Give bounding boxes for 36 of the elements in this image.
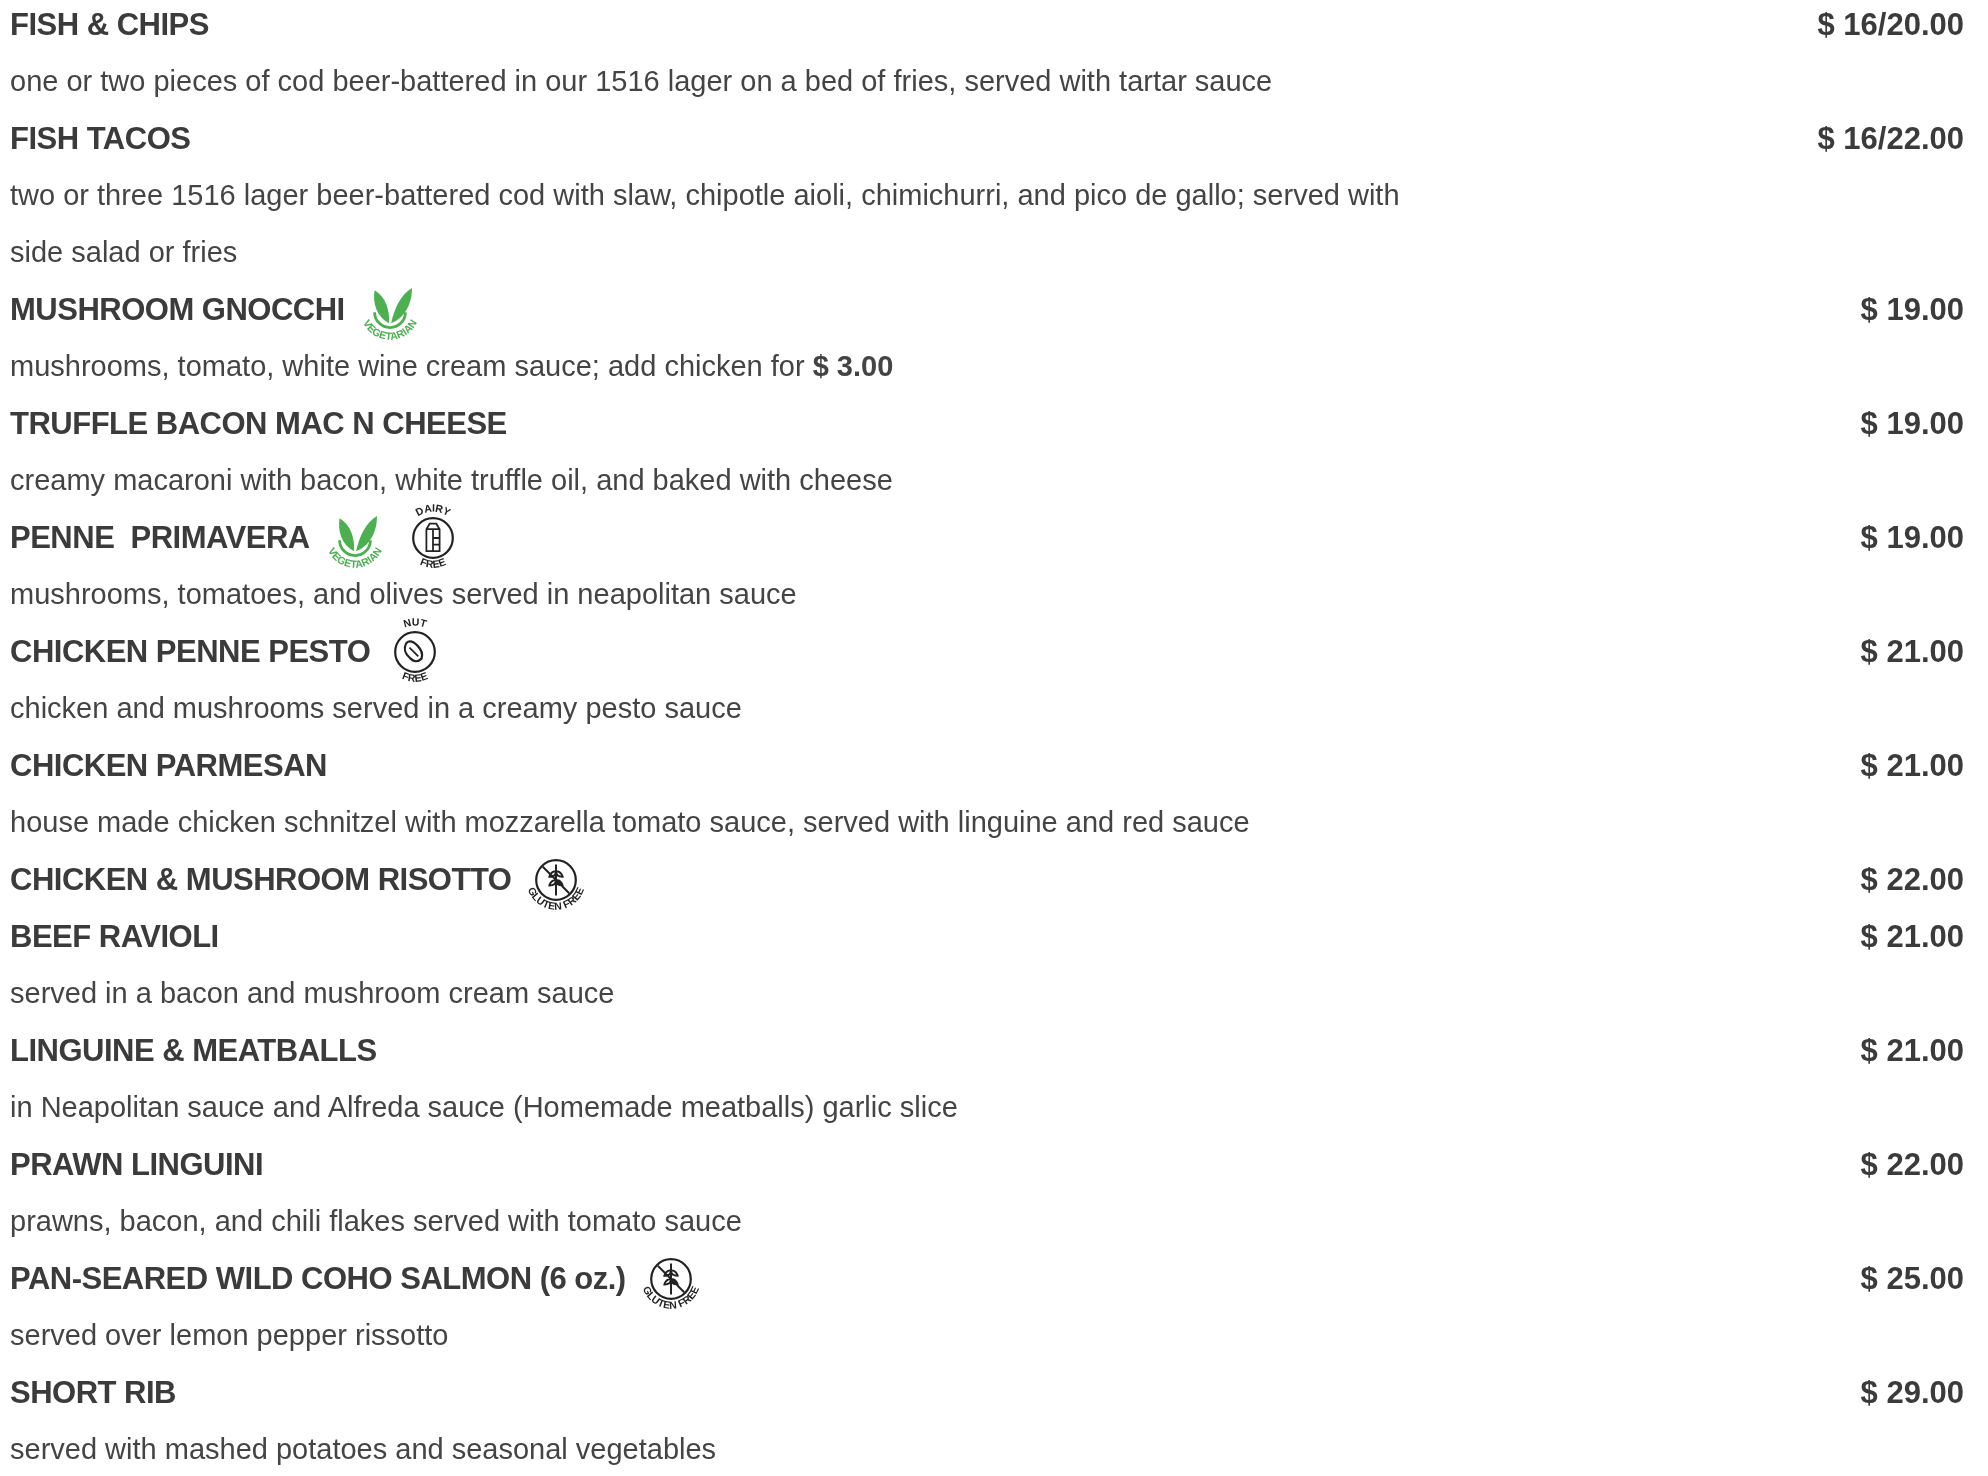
dish-price: $ 19.00 bbox=[1860, 291, 1964, 328]
dish-name: FISH & CHIPS bbox=[10, 6, 209, 43]
dish-description: served in a bacon and mushroom cream sauce bbox=[10, 976, 616, 1011]
dish-description: in Neapolitan sauce and Alfreda sauce (Homemade meatballs) garlic slice bbox=[10, 1090, 959, 1125]
dish-description: creamy macaroni with bacon, white truffle oil, and baked with cheese bbox=[10, 463, 894, 498]
dish-price: $ 19.00 bbox=[1860, 519, 1964, 556]
dish-price: $ 21.00 bbox=[1860, 747, 1964, 784]
dish-description: mushrooms, tomato, white wine cream sauce; add chicken for $ 3.00 bbox=[10, 349, 895, 384]
dish-description: served with mashed potatoes and seasonal vegetables bbox=[10, 1432, 718, 1467]
dish-name: CHICKEN PENNE PESTO bbox=[10, 633, 371, 670]
dish-name: TRUFFLE BACON MAC N CHEESE bbox=[10, 405, 507, 442]
dish-description: one or two pieces of cod beer-battered in our 1516 lager on a bed of fries, served with tartar sauce bbox=[10, 64, 1274, 99]
dish-description: house made chicken schnitzel with mozzarella tomato sauce, served with linguine and red sauce bbox=[10, 805, 1251, 840]
dish-price: $ 16/20.00 bbox=[1817, 6, 1964, 43]
dish-description: prawns, bacon, and chili flakes served with tomato sauce bbox=[10, 1204, 743, 1239]
dish-price: $ 21.00 bbox=[1860, 1032, 1964, 1069]
dish-name: LINGUINE & MEATBALLS bbox=[10, 1032, 377, 1069]
dish-name: MUSHROOM GNOCCHI bbox=[10, 291, 345, 328]
dish-description: chicken and mushrooms served in a creamy pesto sauce bbox=[10, 691, 743, 726]
dish-price: $ 21.00 bbox=[1860, 918, 1964, 955]
dish-name: PRAWN LINGUINI bbox=[10, 1146, 264, 1183]
dish-name: CHICKEN & MUSHROOM RISOTTO bbox=[10, 861, 512, 898]
dish-price: $ 21.00 bbox=[1860, 633, 1964, 670]
dish-name: FISH TACOS bbox=[10, 120, 191, 157]
dish-name: CHICKEN PARMESAN bbox=[10, 747, 327, 784]
dish-price: $ 29.00 bbox=[1860, 1374, 1964, 1411]
dish-name: BEEF RAVIOLI bbox=[10, 918, 219, 955]
dish-price: $ 22.00 bbox=[1860, 861, 1964, 898]
dish-name: PAN-SEARED WILD COHO SALMON (6 oz.) bbox=[10, 1260, 626, 1297]
dish-description: two or three 1516 lager beer-battered cod with slaw, chipotle aioli, chimichurri, and pico de gallo; served with side salad or fries bbox=[10, 178, 1400, 270]
dish-price: $ 22.00 bbox=[1860, 1146, 1964, 1183]
dish-price: $ 16/22.00 bbox=[1817, 120, 1964, 157]
dish-price: $ 25.00 bbox=[1860, 1260, 1964, 1297]
dish-name: PENNE PRIMAVERA bbox=[10, 519, 310, 556]
dish-price: $ 19.00 bbox=[1860, 405, 1964, 442]
dish-name: SHORT RIB bbox=[10, 1374, 176, 1411]
